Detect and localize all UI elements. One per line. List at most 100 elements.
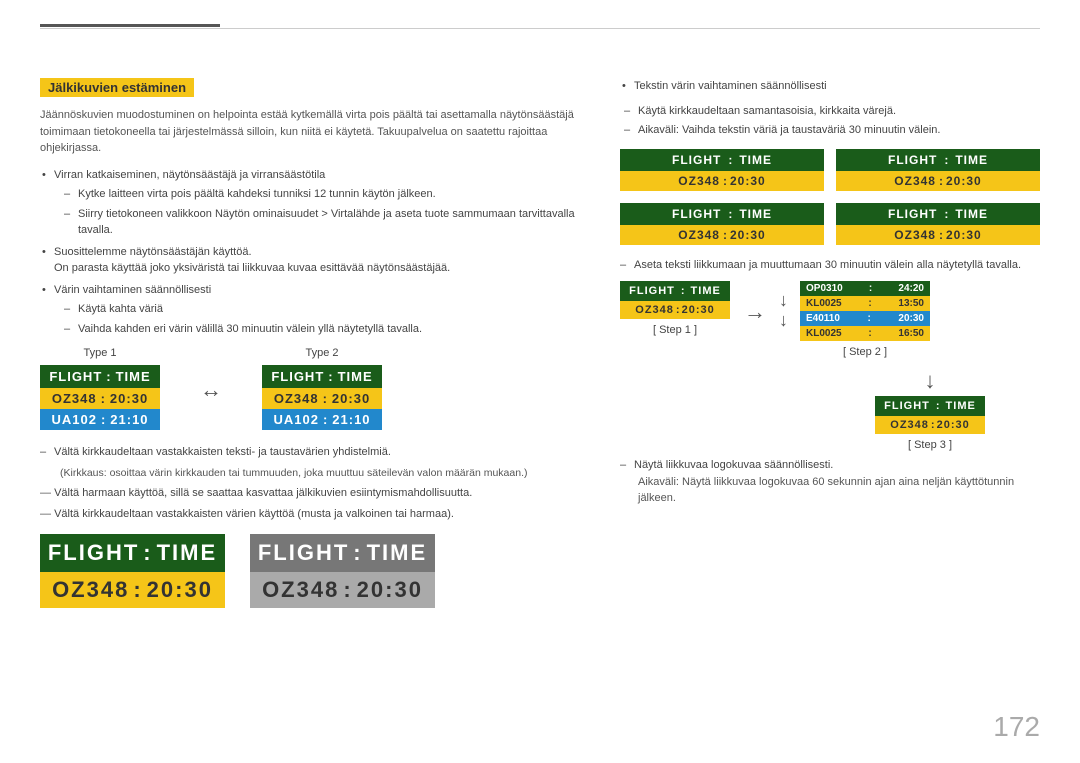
type1-time-label: TIME [116,369,151,384]
left-column: Jälkikuvien estäminen Jäännöskuvien muod… [40,78,590,608]
step3-container: FLIGHT : TIME OZ348 : 20:30 [ Step 3 ] [820,396,1040,451]
bottom-widget-1: FLIGHT : TIME OZ348 : 20:30 [40,534,225,608]
type-row: Type 1 FLIGHT : TIME OZ348 : 20:30 [40,347,590,430]
type1-widget: FLIGHT : TIME OZ348 : 20:30 UA102 : [40,365,160,430]
mw-a-time: TIME [739,153,772,167]
bw2-flight: FLIGHT [258,540,349,566]
step3-label: [ Step 3 ] [908,439,952,451]
bullet-list: Virran katkaiseminen, näytönsäästäjä ja … [40,167,590,338]
step1-header: FLIGHT : TIME [620,281,730,301]
step3-header: FLIGHT : TIME [875,396,985,416]
type2-time-label: TIME [338,369,373,384]
mw-a-oz: OZ348 [678,174,720,188]
color-grid: FLIGHT : TIME OZ348 : 20:30 FLIGHT : [620,149,1040,245]
page-number: 172 [993,711,1040,743]
type2-ua102: UA102 [273,412,318,427]
bottom-widget-1-row: OZ348 : 20:30 [40,572,225,608]
scroll-row-0: OP0310 : 24:20 [800,281,930,296]
type2-label: Type 2 [305,347,338,359]
step1-block: FLIGHT : TIME OZ348 : 20:30 [ Step 1 ] [620,281,730,336]
type2-row2: UA102 : 21:10 [262,409,382,430]
mw-d-header: FLIGHT : TIME [836,203,1040,225]
bw2-oz348: OZ348 [262,577,339,603]
bw2-time: TIME [367,540,428,566]
right-sub-1a: Käytä kirkkaudeltaan samantasoisia, kirk… [620,103,1040,120]
type1-row2: UA102 : 21:10 [40,409,160,430]
warning-1: Vältä kirkkaudeltaan vastakkaisten tekst… [40,444,590,461]
step3-widget: FLIGHT : TIME OZ348 : 20:30 [875,396,985,434]
mw-c-oz: OZ348 [678,228,720,242]
type1-time2: 21:10 [110,412,148,427]
sub-list-3: Käytä kahta väriä Vaihda kahden eri väri… [64,301,590,337]
type2-oz348: OZ348 [274,391,319,406]
bottom-note: Näytä liikkuvaa logokuvaa säännöllisesti… [620,457,1040,474]
scroll-row-1: KL0025 : 13:50 [800,296,930,311]
mw-d-time2: 20:30 [946,228,982,242]
step2-block: OP0310 : 24:20 KL0025 : 13:50 E40110 [800,281,930,358]
step2-label: [ Step 2 ] [843,346,887,358]
mw-a-flight: FLIGHT [672,153,721,167]
bottom-widget-2-row: OZ348 : 20:30 [250,572,435,608]
sub-item-1a: Kytke laitteen virta pois päältä kahdeks… [64,186,590,203]
sub-list-1: Kytke laitteen virta pois päältä kahdeks… [64,186,590,239]
step3-row: OZ348 : 20:30 [875,416,985,434]
type1-row1: OZ348 : 20:30 [40,388,160,409]
mw-d-row: OZ348 : 20:30 [836,225,1040,245]
page-container: Jälkikuvien estäminen Jäännöskuvien muod… [0,0,1080,763]
bw1-flight: FLIGHT [48,540,139,566]
bottom-widget-2: FLIGHT : TIME OZ348 : 20:30 [250,534,435,608]
step-arrow-1: → ↓ ↓ [740,299,770,325]
warning-1-sub: (Kirkkaus: osoittaa värin kirkkauden tai… [40,466,590,482]
sub-item-1b: Siirry tietokoneen valikkoon Näytön omin… [64,206,590,239]
right-bullet-1: Tekstin värin vaihtaminen säännöllisesti [620,78,1040,95]
mw-d-flight: FLIGHT [888,207,937,221]
top-rule-accent [40,24,220,27]
mini-widget-a: FLIGHT : TIME OZ348 : 20:30 [620,149,824,191]
type2-header: FLIGHT : TIME [262,365,382,388]
mini-widget-d: FLIGHT : TIME OZ348 : 20:30 [836,203,1040,245]
bottom-widget-2-header: FLIGHT : TIME [250,534,435,572]
arrow-between: ↔ [200,377,222,403]
top-rule [40,28,1040,29]
mw-c-time: TIME [739,207,772,221]
bottom-widget-1-header: FLIGHT : TIME [40,534,225,572]
step-dash-note: Aseta teksti liikkumaan ja muuttumaan 30… [620,257,1040,274]
intro-text: Jäännöskuvien muodostuminen on helpointa… [40,107,590,157]
bottom-widgets: FLIGHT : TIME OZ348 : 20:30 FLIGHT : [40,534,590,608]
type2-widget: FLIGHT : TIME OZ348 : 20:30 UA102 : [262,365,382,430]
type1-time1: 20:30 [110,391,148,406]
mini-widget-b: FLIGHT : TIME OZ348 : 20:30 [836,149,1040,191]
mw-b-oz: OZ348 [894,174,936,188]
mw-d-oz: OZ348 [894,228,936,242]
bw1-time: TIME [157,540,218,566]
section-heading: Jälkikuvien estäminen [40,78,194,97]
step2-scroll-widget: OP0310 : 24:20 KL0025 : 13:50 E40110 [800,281,930,341]
mw-b-row: OZ348 : 20:30 [836,171,1040,191]
right-sub-1b: Aikaväli: Vaihda tekstin väriä ja tausta… [620,122,1040,139]
step-section: Aseta teksti liikkumaan ja muuttumaan 30… [620,257,1040,507]
right-column: Tekstin värin vaihtaminen säännöllisesti… [620,78,1040,608]
bullet-item-2: Suosittelemme näytönsäästäjän käyttöä. O… [40,244,590,277]
type2-flight: FLIGHT [271,369,324,384]
mw-b-header: FLIGHT : TIME [836,149,1040,171]
type2-row1: OZ348 : 20:30 [262,388,382,409]
mw-a-header: FLIGHT : TIME [620,149,824,171]
main-content: Jälkikuvien estäminen Jäännöskuvien muod… [40,78,1040,608]
mini-widget-c: FLIGHT : TIME OZ348 : 20:30 [620,203,824,245]
mw-b-flight: FLIGHT [888,153,937,167]
mw-c-row: OZ348 : 20:30 [620,225,824,245]
scroll-row-2: E40110 : 20:30 [800,311,930,326]
type1-oz348: OZ348 [52,391,97,406]
bw1-oz348: OZ348 [52,577,129,603]
mw-c-flight: FLIGHT [672,207,721,221]
step3-block: FLIGHT : TIME OZ348 : 20:30 [ Step 3 ] [875,396,985,451]
bullet-item-1: Virran katkaiseminen, näytönsäästäjä ja … [40,167,590,239]
type1-colon: : [106,369,111,384]
mw-c-time2: 20:30 [730,228,766,242]
bullet-item-3: Värin vaihtaminen säännöllisesti Käytä k… [40,282,590,338]
warning-2: — Vältä harmaan käyttöä, sillä se saatta… [40,485,590,502]
warning-3: — Vältä kirkkaudeltaan vastakkaisten vär… [40,506,590,523]
type1-block: Type 1 FLIGHT : TIME OZ348 : 20:30 [40,347,160,430]
step1-label: [ Step 1 ] [653,324,697,336]
step-down-arrow: ↓ [820,368,1040,394]
